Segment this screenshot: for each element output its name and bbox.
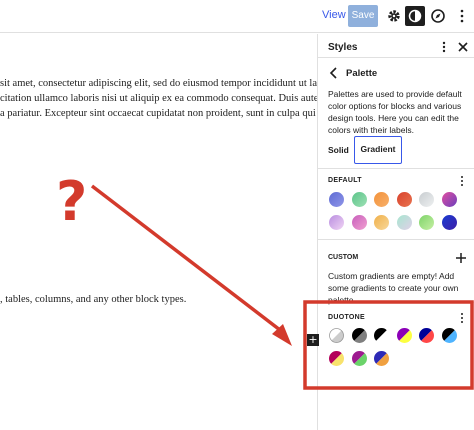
- gradient-swatch[interactable]: [441, 215, 457, 230]
- gradient-swatch[interactable]: [374, 192, 389, 207]
- duotone-swatch[interactable]: [351, 351, 367, 366]
- gradient-swatch[interactable]: [374, 215, 389, 230]
- view-link[interactable]: View: [322, 9, 346, 21]
- kebab-menu-icon[interactable]: [438, 38, 450, 56]
- more-options-icon[interactable]: [452, 6, 472, 26]
- gradient-swatch[interactable]: [351, 215, 367, 230]
- block-inserter-plus-icon[interactable]: +: [307, 334, 319, 346]
- styles-icon[interactable]: [405, 6, 425, 26]
- duotone-swatch[interactable]: [351, 328, 367, 343]
- paragraph-line: citation ullamco laboris nisi ut aliquip…: [0, 93, 317, 104]
- sidebar-title: Styles: [328, 42, 358, 53]
- tab-solid[interactable]: Solid: [328, 145, 349, 155]
- editor-canvas[interactable]: sit amet, consectetur adipiscing elit, s…: [0, 34, 317, 430]
- duotone-swatch[interactable]: [329, 351, 344, 366]
- tab-gradient[interactable]: Gradient: [354, 136, 402, 164]
- duotone-swatch[interactable]: [374, 328, 389, 343]
- paragraph-block[interactable]: sit amet, consectetur adipiscing elit, s…: [0, 76, 317, 121]
- top-toolbar: View Save: [0, 0, 474, 33]
- divider: [318, 168, 474, 169]
- duotone-swatch[interactable]: [396, 328, 412, 343]
- gradient-swatch[interactable]: [419, 215, 434, 230]
- divider: [318, 57, 474, 58]
- duotone-swatch[interactable]: [419, 328, 434, 343]
- custom-empty-message: Custom gradients are empty! Add some gra…: [328, 271, 459, 305]
- custom-section-label: CUSTOM: [328, 254, 359, 261]
- add-gradient-icon[interactable]: [455, 251, 467, 263]
- gradient-swatch[interactable]: [419, 192, 434, 207]
- gradient-swatch[interactable]: [396, 215, 412, 230]
- duotone-section-label: DUOTONE: [328, 314, 365, 321]
- paragraph-block-2[interactable]: , tables, columns, and any other block t…: [0, 292, 186, 307]
- duotone-swatch[interactable]: [374, 351, 389, 366]
- gradient-swatch[interactable]: [329, 192, 344, 207]
- divider: [318, 302, 474, 303]
- paragraph-line: sit amet, consectetur adipiscing elit, s…: [0, 78, 317, 89]
- close-icon[interactable]: [456, 38, 470, 56]
- chevron-left-icon[interactable]: [328, 66, 340, 80]
- duotone-swatch[interactable]: [329, 328, 344, 343]
- compass-icon[interactable]: [428, 6, 448, 26]
- gradient-swatch[interactable]: [329, 215, 344, 230]
- annotation-question-mark: ?: [56, 170, 88, 233]
- divider: [318, 239, 474, 240]
- gradient-swatch[interactable]: [351, 192, 367, 207]
- gradient-swatch[interactable]: [396, 192, 412, 207]
- palette-description: Palettes are used to provide default col…: [328, 89, 462, 135]
- gradient-swatch[interactable]: [441, 192, 457, 207]
- styles-sidebar: Styles Palette Palettes are used to prov…: [317, 34, 474, 430]
- save-button[interactable]: Save: [348, 5, 378, 27]
- gear-icon[interactable]: [384, 6, 404, 26]
- default-section-label: DEFAULT: [328, 177, 362, 184]
- paragraph-line: a pariatur. Excepteur sint occaecat cupi…: [0, 108, 317, 119]
- default-options-icon[interactable]: [457, 174, 467, 188]
- duotone-swatch[interactable]: [441, 328, 457, 343]
- duotone-options-icon[interactable]: [457, 311, 467, 325]
- palette-title: Palette: [346, 68, 378, 79]
